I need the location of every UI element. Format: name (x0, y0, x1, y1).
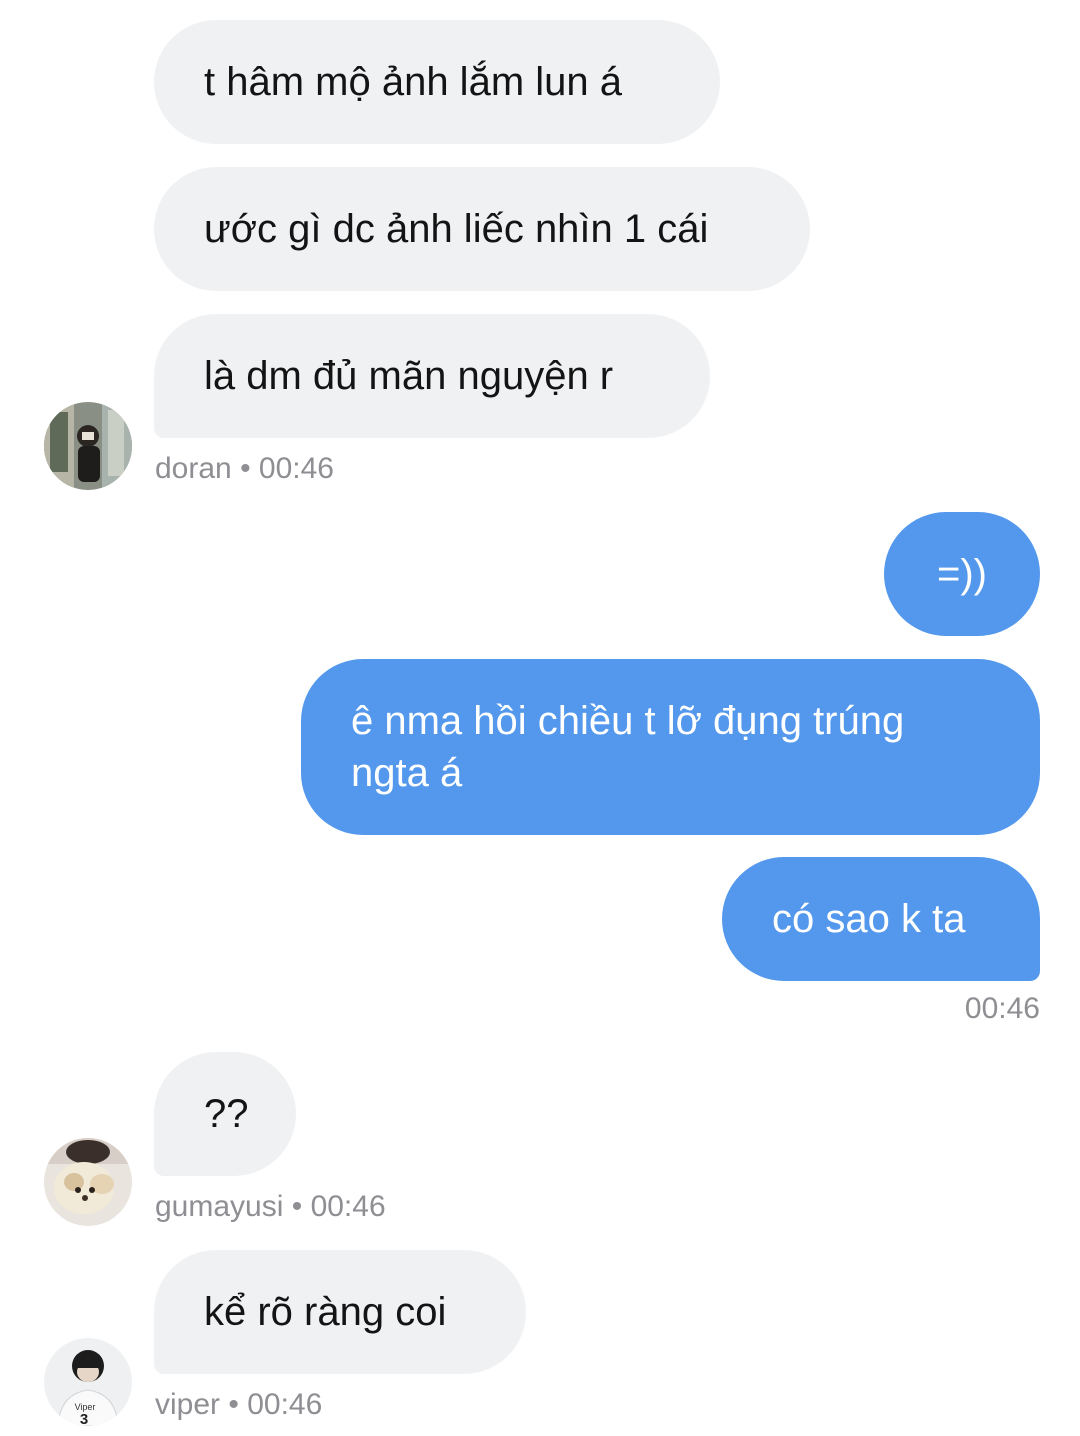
message-bubble-incoming[interactable]: ước gì dc ảnh liếc nhìn 1 cái (154, 167, 810, 291)
message-text: ?? (204, 1092, 249, 1136)
dog-photo-icon (44, 1138, 132, 1226)
message-text: có sao k ta (772, 897, 966, 941)
message-bubble-outgoing[interactable]: có sao k ta (722, 857, 1040, 981)
message-bubble-incoming[interactable]: kể rõ ràng coi (154, 1250, 526, 1374)
message-bubble-outgoing[interactable]: =)) (884, 512, 1040, 636)
message-bubble-incoming[interactable]: t hâm mộ ảnh lắm lun á (154, 20, 720, 144)
message-bubble-outgoing[interactable]: ê nma hồi chiều t lỡ đụng trúng ngta á (301, 659, 1040, 835)
person-photo-icon: Viper 3 (44, 1338, 132, 1426)
message-time: 00:46 (964, 992, 1040, 1025)
avatar-gumayusi[interactable] (44, 1138, 132, 1226)
avatar-doran[interactable] (44, 402, 132, 490)
message-text: là dm đủ mãn nguyện r (204, 354, 614, 398)
person-photo-icon (44, 402, 132, 490)
message-text: ê nma hồi chiều t lỡ đụng trúng (351, 699, 905, 743)
message-text: kể rõ ràng coi (204, 1290, 447, 1334)
avatar-viper[interactable]: Viper 3 (44, 1338, 132, 1426)
message-bubble-incoming[interactable]: là dm đủ mãn nguyện r (154, 314, 710, 438)
message-text: t hâm mộ ảnh lắm lun á (204, 60, 622, 104)
jersey-number: 3 (80, 1411, 88, 1426)
message-bubble-incoming[interactable]: ?? (154, 1052, 296, 1176)
message-text: =)) (937, 552, 987, 596)
message-text: ngta á (351, 751, 463, 795)
message-meta: viper • 00:46 (155, 1388, 323, 1421)
message-meta: gumayusi • 00:46 (155, 1190, 386, 1223)
message-meta: doran • 00:46 (155, 452, 334, 485)
message-text-block: ê nma hồi chiều t lỡ đụng trúng ngta á (351, 695, 904, 799)
message-text: ước gì dc ảnh liếc nhìn 1 cái (204, 207, 709, 251)
